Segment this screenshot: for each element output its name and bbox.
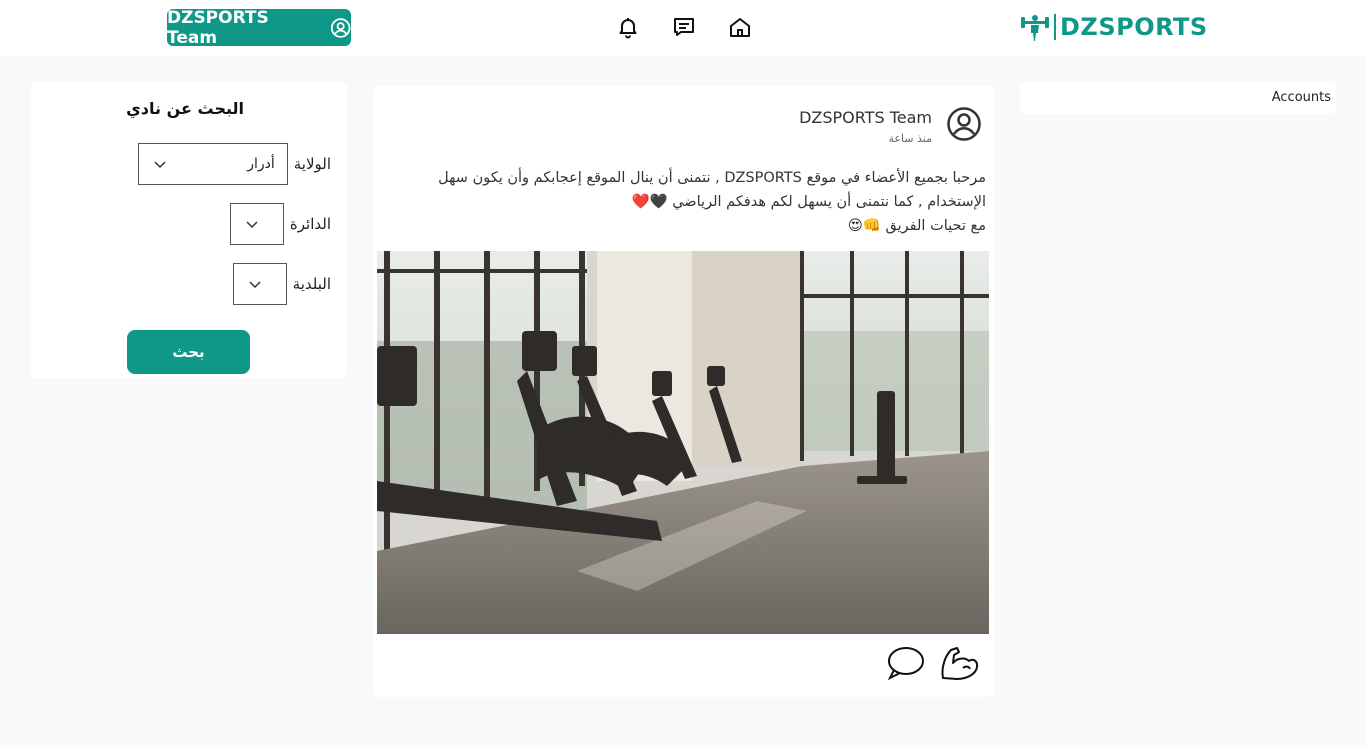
wilaya-field: الولاية أدرار [137, 143, 331, 185]
search-button[interactable]: بحث [127, 330, 250, 374]
user-circle-icon [330, 17, 351, 38]
post-image-gym[interactable] [377, 251, 989, 634]
flex-like-button[interactable] [939, 644, 979, 682]
club-search-panel: البحث عن نادي الولاية أدرار الدائرة البل… [31, 82, 347, 378]
top-navbar: DZSPORTS Team DZSPORTS [0, 0, 1366, 56]
post-text-line: الإستخدام , كما نتمنى أن يسهل لكم هدفكم … [631, 194, 987, 210]
chevron-down-icon [246, 221, 258, 229]
home-button[interactable] [728, 15, 752, 39]
baladiya-select[interactable] [232, 263, 287, 305]
notifications-bell-button[interactable] [616, 15, 640, 39]
post-timestamp: منذ ساعة [888, 132, 932, 145]
gym-photo [377, 251, 989, 634]
search-panel-title: البحث عن نادي [126, 99, 244, 118]
brand-name: DZSPORTS [1060, 13, 1208, 41]
logo-divider [1054, 14, 1056, 40]
messages-button[interactable] [672, 15, 696, 39]
user-profile-label: DZSPORTS Team [167, 7, 269, 48]
comment-icon [887, 647, 924, 681]
user-profile-button[interactable]: DZSPORTS Team [167, 7, 351, 48]
baladiya-label: البلدية [292, 275, 331, 293]
bell-icon [619, 18, 637, 39]
daira-field: الدائرة [229, 203, 331, 245]
post-card: DZSPORTS Team منذ ساعة مرحبا بجميع الأعض… [373, 86, 994, 697]
wilaya-label: الولاية [293, 155, 331, 173]
brand-logo[interactable]: DZSPORTS [1020, 10, 1208, 44]
daira-label: الدائرة [289, 215, 331, 233]
post-author-avatar[interactable] [946, 106, 982, 142]
chat-icon [674, 18, 694, 36]
post-actions [885, 644, 979, 682]
post-text-line: مرحبا بجميع الأعضاء في موقع DZSPORTS , ن… [438, 170, 986, 186]
comment-button[interactable] [885, 644, 925, 682]
post-text-line: مع تحيات الفريق 👊😍 [847, 218, 986, 234]
dumbbell-logo-icon [1021, 15, 1049, 41]
post-text: مرحبا بجميع الأعضاء في موقع DZSPORTS , ن… [381, 166, 986, 238]
chevron-down-icon [249, 281, 261, 289]
post-author-name[interactable]: DZSPORTS Team [799, 108, 932, 127]
accounts-panel: Accounts [1020, 82, 1336, 114]
home-icon [730, 18, 750, 37]
wilaya-select[interactable]: أدرار [137, 143, 288, 185]
accounts-title: Accounts [1271, 90, 1331, 105]
flex-arm-icon [941, 647, 979, 680]
chevron-down-icon [154, 161, 166, 169]
wilaya-selected-value: أدرار [247, 156, 275, 172]
baladiya-field: البلدية [232, 263, 331, 305]
user-circle-icon [947, 107, 981, 141]
daira-select[interactable] [229, 203, 284, 245]
